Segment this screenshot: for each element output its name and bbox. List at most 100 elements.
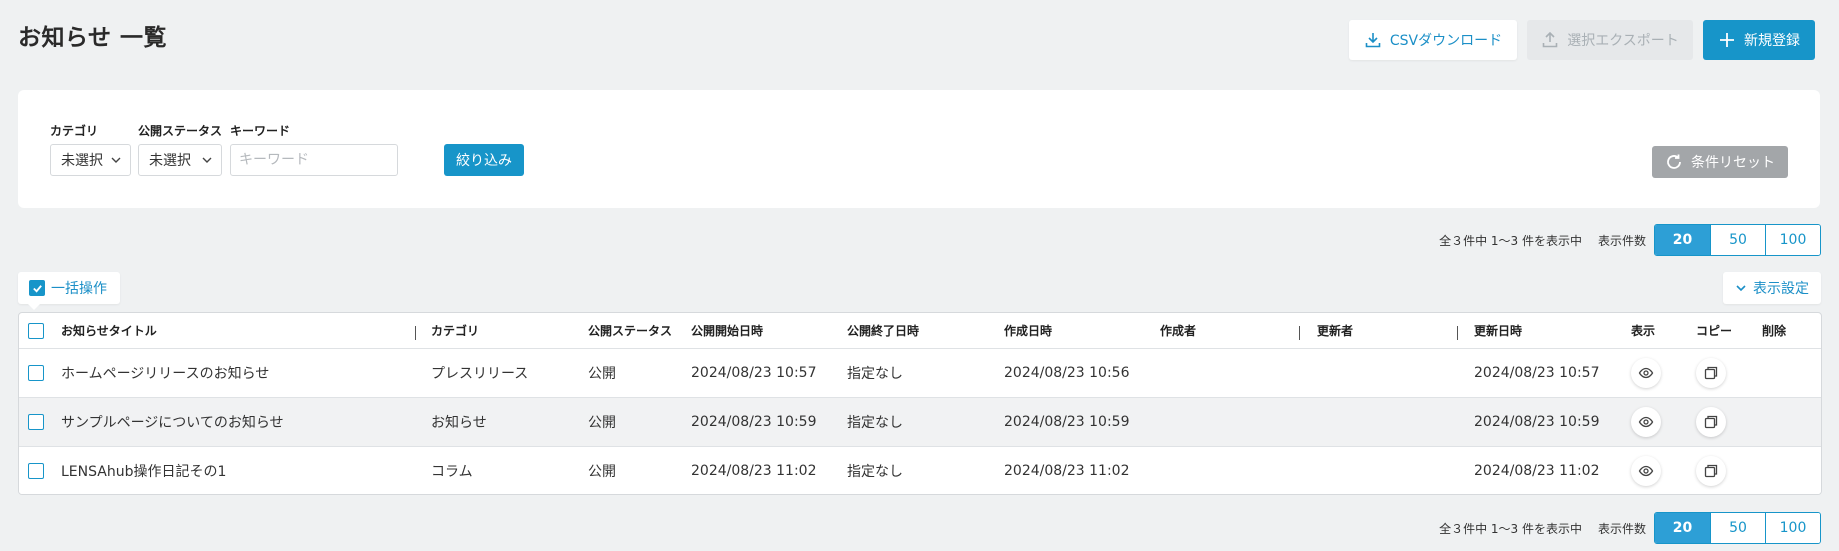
filter-panel: カテゴリ 未選択 公開ステータス 未選択 キーワード 絞り込み 条件リセット: [18, 90, 1820, 208]
column-resize-handle[interactable]: [1299, 326, 1300, 340]
per-page-option-20[interactable]: 20: [1655, 513, 1710, 543]
header-status[interactable]: 公開ステータス: [588, 313, 672, 348]
category-filter-label: カテゴリ: [50, 124, 99, 138]
copy-button[interactable]: [1696, 358, 1726, 388]
status-filter: 公開ステータス 未選択: [138, 122, 222, 176]
status-filter-label: 公開ステータス: [138, 124, 223, 138]
column-resize-handle[interactable]: [1457, 326, 1458, 340]
chevron-down-icon: [1736, 285, 1746, 292]
category-select[interactable]: 未選択: [50, 144, 131, 176]
row-end: 指定なし: [847, 415, 903, 431]
table-row[interactable]: LENSAhub操作日記その1 コラム 公開 2024/08/23 11:02 …: [19, 446, 1821, 494]
row-start: 2024/08/23 10:59: [691, 414, 817, 430]
keyword-input[interactable]: [230, 144, 398, 176]
reset-conditions-label: 条件リセット: [1691, 155, 1775, 171]
row-checkbox[interactable]: [28, 414, 44, 430]
row-start: 2024/08/23 11:02: [691, 463, 817, 479]
row-updated: 2024/08/23 11:02: [1474, 463, 1600, 479]
copy-button[interactable]: [1696, 407, 1726, 437]
row-created: 2024/08/23 10:59: [1004, 414, 1130, 430]
per-page-option-100[interactable]: 100: [1765, 513, 1820, 543]
header-start[interactable]: 公開開始日時: [691, 313, 763, 348]
header-creator[interactable]: 作成者: [1160, 313, 1196, 348]
header-created[interactable]: 作成日時: [1004, 313, 1052, 348]
copy-icon: [1704, 464, 1718, 478]
select-all-checkbox[interactable]: [28, 322, 44, 339]
row-updated: 2024/08/23 10:59: [1474, 414, 1600, 430]
row-created: 2024/08/23 10:56: [1004, 365, 1130, 381]
header-delete: 削除: [1762, 324, 1787, 338]
column-resize-handle[interactable]: [415, 326, 416, 340]
top-actions: CSVダウンロード 選択エクスポート 新規登録: [1349, 20, 1815, 60]
eye-icon: [1638, 367, 1654, 379]
eye-icon: [1638, 416, 1654, 428]
category-select-value: 未選択: [61, 153, 103, 169]
row-status: 公開: [588, 415, 616, 431]
copy-icon: [1704, 415, 1718, 429]
header-end[interactable]: 公開終了日時: [847, 313, 919, 348]
new-register-label: 新規登録: [1744, 33, 1800, 49]
upload-icon: [1542, 31, 1558, 48]
per-page-selector: 20 50 100: [1654, 512, 1821, 544]
new-register-button[interactable]: 新規登録: [1703, 20, 1815, 60]
view-button[interactable]: [1631, 456, 1661, 486]
header-title[interactable]: お知らせタイトル: [61, 313, 157, 348]
pagination-summary: 全３件中 1〜3 件を表示中: [1439, 233, 1582, 248]
table-row[interactable]: ホームページリリースのお知らせ プレスリリース 公開 2024/08/23 10…: [19, 348, 1821, 397]
row-updated: 2024/08/23 10:57: [1474, 365, 1600, 381]
chevron-down-icon: [111, 157, 121, 163]
row-category: プレスリリース: [431, 366, 529, 382]
reset-conditions-button[interactable]: 条件リセット: [1652, 146, 1788, 178]
table-header: お知らせタイトル カテゴリ 公開ステータス 公開開始日時 公開終了日時 作成日時…: [19, 313, 1821, 348]
keyword-filter: キーワード: [230, 122, 398, 176]
pagination-bottom: 全３件中 1〜3 件を表示中 表示件数 20 50 100: [1439, 512, 1821, 544]
header-category[interactable]: カテゴリ: [431, 313, 479, 348]
status-select-value: 未選択: [149, 153, 191, 169]
per-page-option-50[interactable]: 50: [1710, 225, 1765, 255]
filter-apply-button[interactable]: 絞り込み: [444, 144, 524, 176]
csv-download-label: CSVダウンロード: [1389, 33, 1503, 49]
bulk-action-button[interactable]: 一括操作: [18, 272, 120, 310]
download-icon: [1365, 33, 1381, 48]
page-title: お知らせ 一覧: [18, 25, 168, 51]
row-status: 公開: [588, 464, 616, 480]
row-checkbox[interactable]: [28, 463, 44, 479]
bulk-action-label: 一括操作: [51, 281, 107, 297]
per-page-selector: 20 50 100: [1654, 224, 1821, 256]
header-updater[interactable]: 更新者: [1317, 313, 1353, 348]
view-button[interactable]: [1631, 407, 1661, 437]
csv-download-button[interactable]: CSVダウンロード: [1349, 20, 1517, 60]
chevron-down-icon: [202, 157, 212, 163]
row-category: コラム: [431, 464, 473, 480]
keyword-filter-label: キーワード: [230, 124, 291, 138]
row-checkbox[interactable]: [28, 365, 44, 381]
header-view: 表示: [1631, 324, 1656, 338]
per-page-label: 表示件数: [1597, 233, 1646, 248]
header-updated[interactable]: 更新日時: [1474, 313, 1522, 348]
category-filter: カテゴリ 未選択: [50, 122, 131, 176]
refresh-icon: [1667, 154, 1681, 169]
eye-icon: [1638, 465, 1654, 477]
per-page-option-20[interactable]: 20: [1655, 225, 1710, 255]
per-page-option-100[interactable]: 100: [1765, 225, 1820, 255]
header-copy: コピー: [1696, 324, 1733, 338]
view-button[interactable]: [1631, 358, 1661, 388]
selected-export-button[interactable]: 選択エクスポート: [1527, 20, 1693, 60]
per-page-option-50[interactable]: 50: [1710, 513, 1765, 543]
row-status: 公開: [588, 366, 616, 382]
row-title[interactable]: ホームページリリースのお知らせ: [61, 349, 269, 397]
copy-button[interactable]: [1696, 456, 1726, 486]
selected-export-label: 選択エクスポート: [1567, 33, 1679, 49]
plus-icon: [1720, 33, 1734, 47]
row-created: 2024/08/23 11:02: [1004, 463, 1130, 479]
row-end: 指定なし: [847, 464, 903, 480]
table-row[interactable]: サンプルページについてのお知らせ お知らせ 公開 2024/08/23 10:5…: [19, 397, 1821, 446]
check-icon: [29, 280, 45, 296]
row-title[interactable]: LENSAhub操作日記その1: [61, 447, 226, 494]
row-title[interactable]: サンプルページについてのお知らせ: [61, 398, 284, 446]
copy-icon: [1704, 366, 1718, 380]
display-settings-label: 表示設定: [1753, 281, 1809, 297]
row-start: 2024/08/23 10:57: [691, 365, 817, 381]
display-settings-button[interactable]: 表示設定: [1723, 272, 1821, 304]
status-select[interactable]: 未選択: [138, 144, 222, 176]
